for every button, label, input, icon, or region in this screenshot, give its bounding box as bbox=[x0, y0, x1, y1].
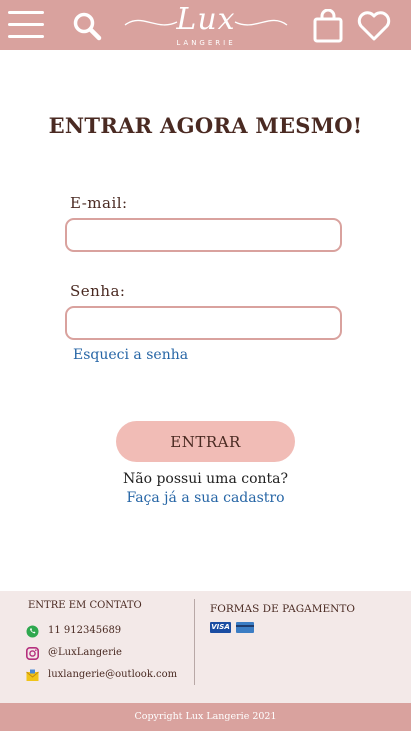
search-icon[interactable] bbox=[72, 11, 102, 41]
contact-title: ENTRE EM CONTATO bbox=[28, 600, 142, 611]
password-label: Senha: bbox=[70, 282, 126, 300]
heart-icon[interactable] bbox=[356, 10, 392, 42]
contact-email-address: luxlangerie@outlook.com bbox=[48, 669, 178, 680]
credit-card-icon bbox=[236, 622, 254, 633]
logo-text: Lux bbox=[176, 2, 236, 37]
visa-card-icon: VISA bbox=[210, 622, 231, 633]
top-header: Lux LANGERIE bbox=[0, 0, 411, 50]
contact-instagram-handle: @LuxLangerie bbox=[48, 647, 122, 658]
mail-icon bbox=[26, 669, 39, 681]
login-button[interactable]: ENTRAR bbox=[116, 421, 295, 462]
instagram-icon bbox=[26, 647, 39, 660]
logo[interactable]: Lux LANGERIE bbox=[122, 0, 290, 50]
copyright-text: Copyright Lux Langerie 2021 bbox=[134, 711, 277, 722]
footer: ENTRE EM CONTATO 11 912345689 @LuxLanger… bbox=[0, 591, 411, 703]
no-account-text: Não possui uma conta? bbox=[122, 471, 289, 487]
email-label: E-mail: bbox=[70, 194, 128, 212]
menu-icon[interactable] bbox=[8, 11, 44, 41]
whatsapp-icon bbox=[26, 625, 39, 638]
contact-phone: 11 912345689 bbox=[48, 625, 122, 636]
page-title: ENTRAR AGORA MESMO! bbox=[48, 113, 363, 138]
copyright-bar: Copyright Lux Langerie 2021 bbox=[0, 703, 411, 731]
logo-subtext: LANGERIE bbox=[176, 39, 236, 47]
shopping-bag-icon[interactable] bbox=[312, 9, 344, 43]
payment-title: FORMAS DE PAGAMENTO bbox=[210, 603, 355, 615]
register-link[interactable]: Faça já a sua cadastro bbox=[0, 490, 411, 506]
forgot-password-link[interactable]: Esqueci a senha bbox=[73, 347, 188, 363]
footer-divider bbox=[194, 599, 195, 685]
email-field[interactable] bbox=[65, 218, 342, 252]
password-field[interactable] bbox=[65, 306, 342, 340]
